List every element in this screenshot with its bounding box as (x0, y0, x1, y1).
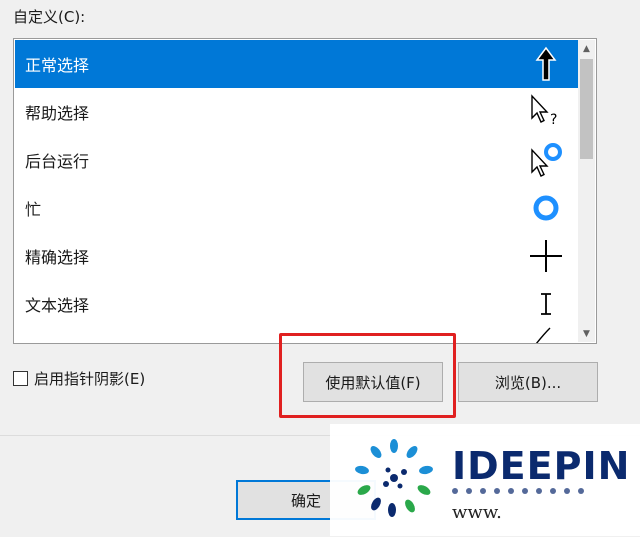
enable-pointer-shadow[interactable]: 启用指针阴影(E) (13, 368, 145, 389)
crosshair-icon (526, 236, 566, 276)
highlight-box (279, 333, 456, 418)
pointer-shadow-checkbox[interactable] (13, 371, 28, 386)
ideepin-logo-icon (352, 436, 436, 520)
text-ibeam-icon (526, 284, 566, 324)
customize-label: 自定义(C): (13, 8, 86, 26)
svg-text:?: ? (550, 112, 557, 128)
list-item-precision-select[interactable]: 精确选择 (15, 232, 578, 280)
handwriting-cursor-icon (526, 322, 566, 343)
scroll-up-icon[interactable]: ▲ (578, 40, 595, 57)
watermark-decoration (452, 488, 612, 496)
scroll-down-icon[interactable]: ▼ (578, 325, 595, 342)
list-item-label: 忙 (25, 200, 42, 219)
busy-ring-icon (526, 188, 566, 228)
list-item-label: 文本选择 (25, 296, 90, 315)
help-cursor-icon: ? (526, 92, 566, 132)
watermark-brand: IDEEPIN (452, 444, 631, 488)
list-item-help-select[interactable]: 帮助选择 ? (15, 88, 578, 136)
pointer-shadow-label: 启用指针阴影(E) (34, 370, 146, 388)
list-scrollbar[interactable]: ▲ ▼ (578, 40, 595, 342)
scroll-thumb[interactable] (580, 59, 593, 159)
watermark-url: www. (452, 502, 502, 523)
list-item-label: 后台运行 (25, 152, 90, 171)
list-item-normal-select[interactable]: 正常选择 (15, 40, 578, 88)
list-item-text-select[interactable]: 文本选择 (15, 280, 578, 328)
list-item-working-background[interactable]: 后台运行 (15, 136, 578, 184)
working-in-background-icon (526, 140, 566, 180)
list-item-label: 精确选择 (25, 248, 90, 267)
list-item-label: 帮助选择 (25, 104, 90, 123)
list-item-label: 正常选择 (25, 56, 90, 75)
browse-button[interactable]: 浏览(B)... (458, 362, 598, 402)
list-item-busy[interactable]: 忙 (15, 184, 578, 232)
cursor-scheme-list[interactable]: 正常选择 帮助选择 ? 后台运行 忙 精确选择 文本选择 ▲ ▼ (13, 38, 597, 344)
up-arrow-icon (526, 44, 566, 84)
